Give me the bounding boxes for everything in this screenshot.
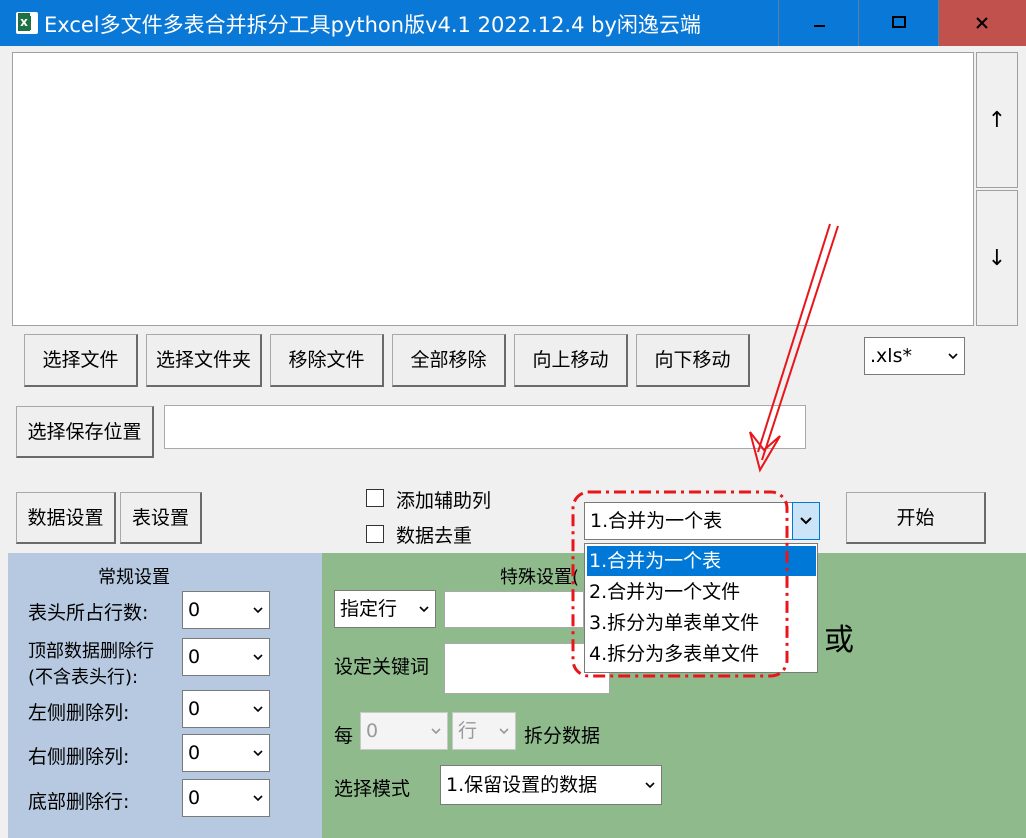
row-input[interactable] [444, 591, 584, 628]
every-count-value: 0 [366, 720, 379, 742]
mode-select-value: 1.合并为一个表 [590, 510, 723, 532]
header-rows-value: 0 [188, 599, 201, 621]
mode-option[interactable]: 3.拆分为单表单文件 [587, 608, 816, 638]
file-listbox[interactable] [12, 52, 974, 326]
chevron-down-icon [431, 728, 441, 735]
remove-all-button[interactable]: 全部移除 [392, 334, 506, 387]
data-settings-button[interactable]: 数据设置 [16, 492, 116, 544]
general-settings-panel: 常规设置 表头所占行数: 0 顶部数据删除行 (不含表头行): 0 左侧删除列:… [8, 553, 322, 838]
dedupe-checkbox[interactable] [366, 525, 384, 543]
top-delete-select[interactable]: 0 [182, 638, 270, 676]
bottom-delete-select[interactable]: 0 [182, 779, 270, 817]
close-icon [976, 17, 988, 29]
minimize-button[interactable] [778, 0, 858, 46]
select-file-button[interactable]: 选择文件 [24, 334, 138, 387]
left-delete-label: 左侧删除列: [28, 702, 130, 724]
remove-file-button[interactable]: 移除文件 [270, 334, 384, 387]
left-delete-select[interactable]: 0 [182, 690, 270, 728]
file-filter-select[interactable]: .xls* [864, 337, 965, 375]
sheet-settings-button[interactable]: 表设置 [120, 492, 202, 544]
chevron-down-icon [253, 607, 263, 614]
left-delete-value: 0 [188, 698, 201, 720]
keep-mode-select[interactable]: 1.保留设置的数据 [440, 765, 662, 805]
top-delete-label-note: (不含表头行): [28, 667, 139, 688]
chevron-down-icon [253, 795, 263, 802]
chevron-down-icon [253, 706, 263, 713]
chevron-down-icon [948, 353, 958, 360]
window-title: Excel多文件多表合并拆分工具python版v4.1 2022.12.4 by… [44, 13, 701, 37]
select-folder-button[interactable]: 选择文件夹 [146, 334, 262, 387]
mode-dropdown-list: 1.合并为一个表 2.合并为一个文件 3.拆分为单表单文件 4.拆分为多表单文件 [584, 543, 818, 673]
row-mode-select[interactable]: 指定行 [334, 590, 436, 628]
mode-dropdown-button[interactable] [792, 502, 820, 540]
top-delete-label: 顶部数据删除行 [28, 641, 154, 662]
list-up-button[interactable]: ↑ [976, 52, 1018, 188]
right-delete-select[interactable]: 0 [182, 734, 270, 772]
keyword-label: 设定关键词 [334, 656, 430, 678]
chevron-down-icon [253, 750, 263, 757]
move-down-button[interactable]: 向下移动 [636, 334, 750, 387]
top-delete-value: 0 [188, 646, 201, 668]
excel-icon [16, 12, 38, 34]
chevron-down-icon [419, 606, 429, 613]
every-unit-value: 行 [458, 720, 478, 742]
mode-option[interactable]: 4.拆分为多表单文件 [587, 639, 816, 669]
dedupe-label: 数据去重 [396, 525, 473, 547]
mode-option[interactable]: 2.合并为一个文件 [587, 577, 816, 607]
file-filter-value: .xls* [870, 345, 912, 367]
maximize-icon [892, 16, 906, 28]
bottom-delete-value: 0 [188, 787, 201, 809]
add-helper-column-checkbox[interactable] [366, 489, 384, 507]
minimize-icon [814, 25, 825, 27]
every-count-select[interactable]: 0 [360, 712, 448, 750]
keep-mode-value: 1.保留设置的数据 [446, 774, 598, 796]
every-label: 每 [334, 725, 354, 747]
chevron-down-icon [800, 517, 812, 525]
or-text: 或 [824, 623, 854, 658]
start-button[interactable]: 开始 [846, 492, 986, 544]
mode-option[interactable]: 1.合并为一个表 [587, 546, 816, 576]
every-unit-select[interactable]: 行 [452, 712, 516, 750]
split-data-label: 拆分数据 [524, 725, 601, 747]
row-mode-value: 指定行 [340, 598, 398, 620]
select-save-location-button[interactable]: 选择保存位置 [16, 406, 154, 458]
general-settings-title: 常规设置 [98, 567, 170, 588]
chevron-down-icon [499, 728, 509, 735]
mode-select[interactable]: 1.合并为一个表 [584, 502, 820, 540]
header-rows-select[interactable]: 0 [182, 591, 270, 629]
chevron-down-icon [645, 782, 655, 789]
move-up-button[interactable]: 向上移动 [514, 334, 628, 387]
bottom-delete-label: 底部删除行: [28, 791, 130, 813]
special-settings-title: 特殊设置( [500, 567, 580, 588]
close-button[interactable] [938, 0, 1026, 46]
select-mode-label: 选择模式 [334, 778, 411, 800]
add-helper-column-label: 添加辅助列 [396, 490, 492, 512]
right-delete-value: 0 [188, 742, 201, 764]
right-delete-label: 右侧删除列: [28, 746, 130, 768]
chevron-down-icon [253, 654, 263, 661]
maximize-button[interactable] [858, 0, 938, 46]
list-down-button[interactable]: ↓ [976, 190, 1018, 326]
save-path-field[interactable] [164, 405, 806, 449]
header-rows-label: 表头所占行数: [28, 602, 149, 624]
